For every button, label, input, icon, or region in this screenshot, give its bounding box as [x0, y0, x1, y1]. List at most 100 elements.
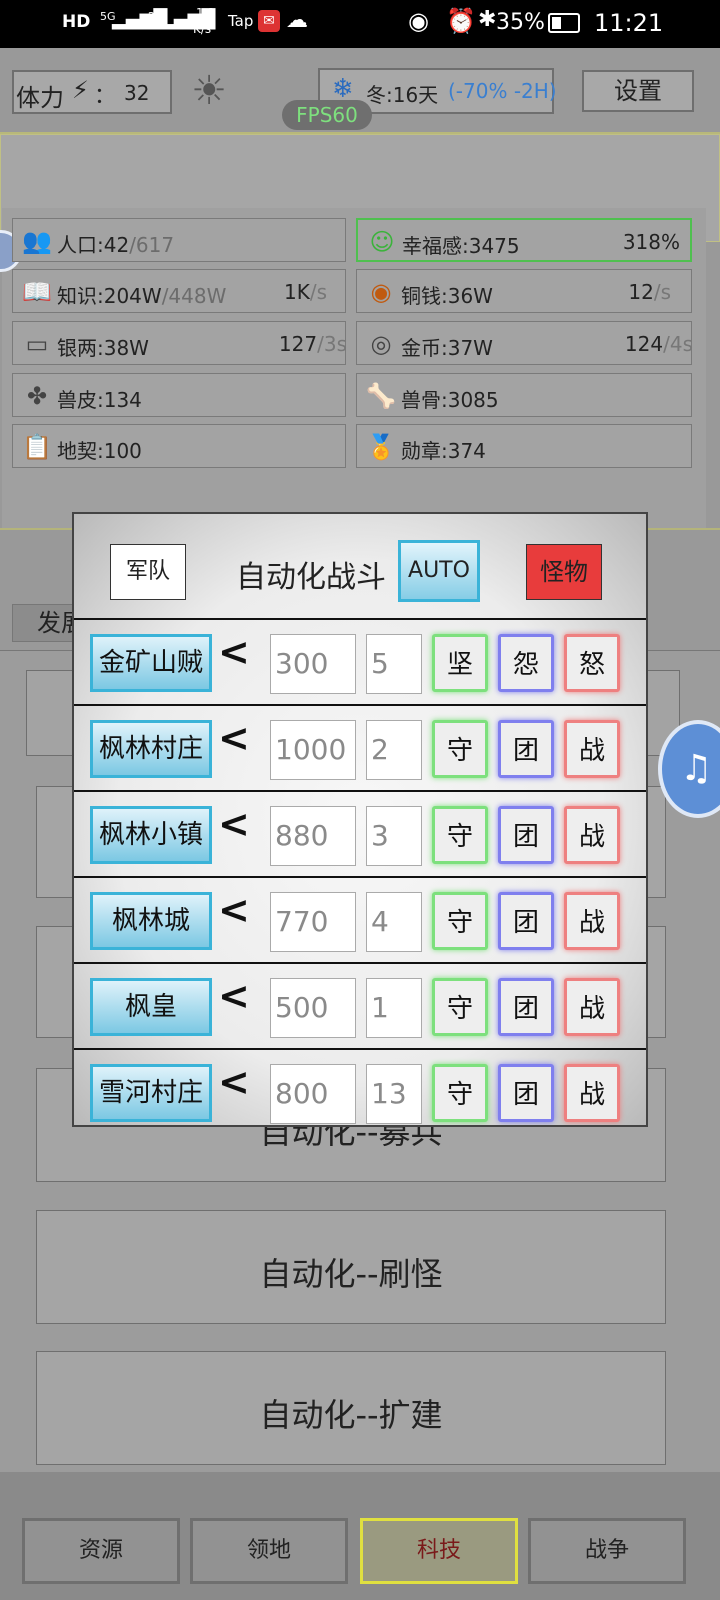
action-fight-button[interactable]: 战	[564, 892, 620, 950]
season-effect: (-70% -2H)	[448, 79, 557, 103]
threshold-input[interactable]: 800	[270, 1064, 356, 1124]
alarm-icon: ⏰	[446, 7, 476, 35]
action-defend-button[interactable]: 守	[432, 720, 488, 778]
target-name-button[interactable]: 枫林村庄	[90, 720, 212, 778]
less-than-sign: <	[218, 716, 250, 760]
animal-hide-icon: ✤	[26, 382, 48, 410]
nav-resources[interactable]: 资源	[22, 1518, 180, 1584]
silver-rate: 127	[278, 332, 318, 356]
stamina-box: 体力 ⚡ ： 32	[12, 70, 172, 114]
happiness-value: 幸福感:3475	[402, 234, 520, 258]
status-bar: HD 5G ▂▄▆█ 2G ▂▄▆█ 1.2 K/s Tap ✉ ☁ ◉ ⏰ ✱…	[0, 0, 720, 48]
threshold-input[interactable]: 300	[270, 634, 356, 694]
wechat-icon: ☁	[286, 8, 308, 33]
copper-value: 铜钱:36W	[401, 284, 493, 308]
action-group-button[interactable]: 团	[498, 806, 554, 864]
threshold-input[interactable]: 500	[270, 978, 356, 1038]
app-notify-icon: ✉	[258, 10, 280, 32]
sun-icon: ☀	[191, 68, 227, 114]
resource-population: 👥 人口:42/617	[12, 218, 346, 262]
count-input[interactable]: 1	[366, 978, 422, 1038]
nav-territory[interactable]: 领地	[190, 1518, 348, 1584]
target-name-button[interactable]: 枫林小镇	[90, 806, 212, 864]
action-group-button[interactable]: 团	[498, 978, 554, 1036]
resource-hide: ✤ 兽皮:134	[12, 373, 346, 417]
fps-badge: FPS60	[282, 100, 372, 130]
monster-button[interactable]: 怪物	[526, 544, 602, 600]
tap-label: Tap	[228, 12, 254, 30]
knowledge-rate: 1K	[283, 280, 310, 304]
medal-icon: 🏅	[366, 433, 396, 461]
people-icon: 👥	[22, 227, 52, 255]
count-input[interactable]: 5	[366, 634, 422, 694]
battery-percent: 35%	[496, 10, 545, 35]
auto-battle-dialog: 军队 自动化战斗 AUTO 怪物 金矿山贼 < 300 5 坚 怨 怒 枫林村庄…	[72, 512, 648, 1127]
target-name-button[interactable]: 枫林城	[90, 892, 212, 950]
season-text: 冬:16天	[366, 83, 439, 107]
bone-value: 兽骨:3085	[401, 388, 499, 412]
auto-expand-button[interactable]: 自动化--扩建	[36, 1351, 666, 1465]
speed-value: 1.2	[196, 6, 216, 20]
action-defend-button[interactable]: 守	[432, 806, 488, 864]
gold-rate: 124	[624, 332, 664, 356]
resource-medal: 🏅 勋章:374	[356, 424, 692, 468]
count-input[interactable]: 4	[366, 892, 422, 952]
gold-value: 金币:37W	[401, 336, 493, 360]
battery-icon	[548, 13, 580, 33]
action-fight-button[interactable]: 战	[564, 978, 620, 1036]
bone-icon: 🦴	[366, 382, 396, 410]
knowledge-unit: /s	[309, 280, 327, 304]
battle-row: 金矿山贼 < 300 5 坚 怨 怒	[74, 618, 646, 704]
battle-row: 枫林城 < 770 4 守 团 战	[74, 876, 646, 962]
target-name-button[interactable]: 枫皇	[90, 978, 212, 1036]
hd-indicator: HD	[62, 12, 91, 32]
action-defend-button[interactable]: 坚	[432, 634, 488, 692]
count-input[interactable]: 13	[366, 1064, 422, 1124]
action-defend-button[interactable]: 守	[432, 978, 488, 1036]
resource-silver: ▭ 银两:38W 127/3s	[12, 321, 347, 365]
less-than-sign: <	[218, 888, 250, 932]
auto-toggle-button[interactable]: AUTO	[398, 540, 480, 602]
hide-value: 兽皮:134	[57, 388, 142, 412]
threshold-input[interactable]: 1000	[270, 720, 356, 780]
bluetooth-icon: ✱	[478, 7, 497, 32]
gold-coin-icon: ◎	[370, 330, 392, 358]
auto-monster-button[interactable]: 自动化--刷怪	[36, 1210, 666, 1324]
speed-unit: K/s	[193, 22, 212, 36]
smile-icon: ☺	[369, 228, 395, 256]
threshold-input[interactable]: 770	[270, 892, 356, 952]
population-value: 人口:42	[57, 233, 130, 257]
target-name-button[interactable]: 金矿山贼	[90, 634, 212, 692]
battle-row: 枫林小镇 < 880 3 守 团 战	[74, 790, 646, 876]
resource-copper: ◉ 铜钱:36W 12/s	[356, 269, 692, 313]
book-icon: 📖	[22, 278, 52, 306]
silver-unit: /3s	[317, 332, 347, 356]
action-fight-button[interactable]: 战	[564, 1064, 620, 1122]
action-fight-button[interactable]: 战	[564, 720, 620, 778]
resource-deed: 📋 地契:100	[12, 424, 346, 468]
target-name-button[interactable]: 雪河村庄	[90, 1064, 212, 1122]
knowledge-max: /448W	[161, 284, 227, 308]
threshold-input[interactable]: 880	[270, 806, 356, 866]
action-defend-button[interactable]: 守	[432, 1064, 488, 1122]
action-fight-button[interactable]: 战	[564, 806, 620, 864]
stamina-sep: ：	[94, 84, 117, 109]
nav-war[interactable]: 战争	[528, 1518, 686, 1584]
settings-button[interactable]: 设置	[582, 70, 694, 112]
action-fight-button[interactable]: 怒	[564, 634, 620, 692]
silver-value: 银两:38W	[57, 336, 149, 360]
action-group-button[interactable]: 团	[498, 1064, 554, 1122]
lightning-icon: ⚡	[72, 76, 89, 104]
less-than-sign: <	[218, 974, 250, 1018]
count-input[interactable]: 3	[366, 806, 422, 866]
action-group-button[interactable]: 团	[498, 720, 554, 778]
army-button[interactable]: 军队	[110, 544, 186, 600]
action-group-button[interactable]: 团	[498, 892, 554, 950]
count-input[interactable]: 2	[366, 720, 422, 780]
battle-row: 雪河村庄 < 800 13 守 团 战	[74, 1048, 646, 1125]
action-defend-button[interactable]: 守	[432, 892, 488, 950]
medal-value: 勋章:374	[401, 439, 486, 463]
action-group-button[interactable]: 怨	[498, 634, 554, 692]
nav-technology[interactable]: 科技	[360, 1518, 518, 1584]
resource-bone: 🦴 兽骨:3085	[356, 373, 692, 417]
